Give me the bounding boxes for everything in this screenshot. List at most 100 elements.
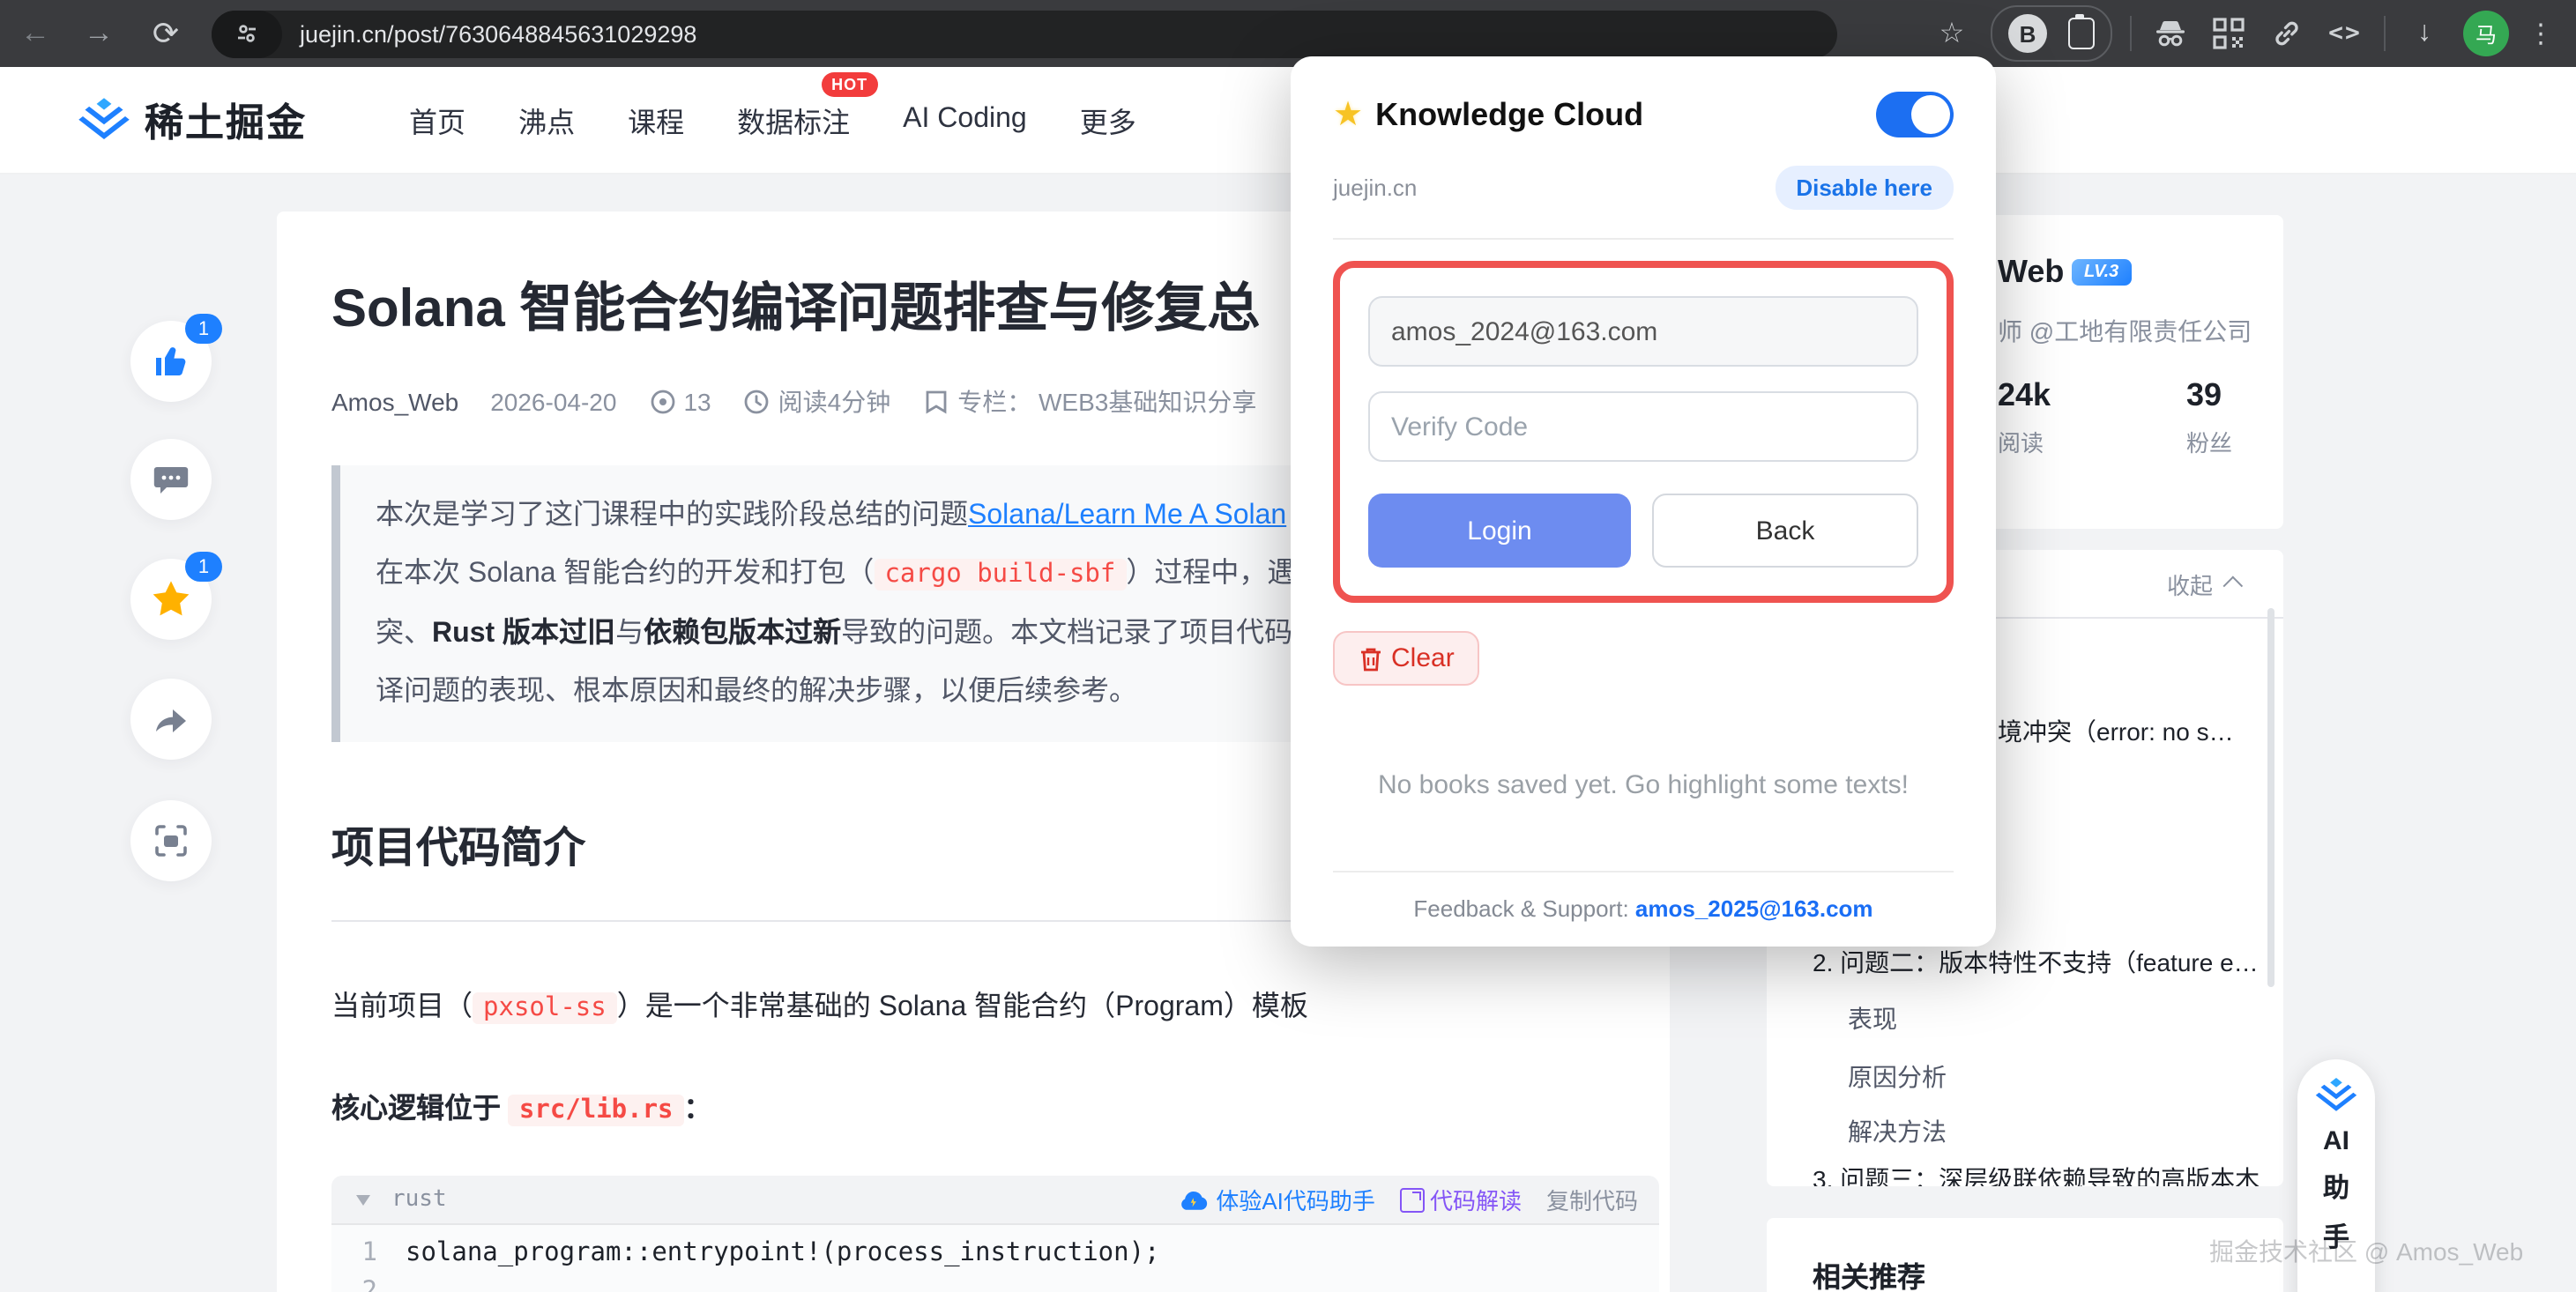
read-time: 阅读4分钟: [778, 384, 891, 420]
trash-icon: [1358, 644, 1384, 672]
nav-home[interactable]: 首页: [409, 99, 465, 141]
clock-icon: [743, 388, 771, 416]
toolbar-divider: [2384, 16, 2386, 51]
disable-here-button[interactable]: Disable here: [1775, 166, 1954, 210]
verify-code-field[interactable]: [1368, 391, 1918, 462]
share-icon: [150, 698, 192, 740]
browser-menu-icon[interactable]: ⋮: [2520, 12, 2562, 55]
code-body: 1solana_program::entrypoint!(process_ins…: [331, 1225, 1659, 1292]
code-brackets-icon[interactable]: <>: [2324, 12, 2366, 55]
clear-button[interactable]: Clear: [1333, 631, 1479, 686]
knowledge-cloud-popup: ★ Knowledge Cloud juejin.cn Disable here…: [1291, 56, 1996, 947]
comment-icon: [150, 458, 192, 501]
community-watermark: 掘金技术社区 @ Amos_Web: [2209, 1234, 2523, 1269]
forward-icon[interactable]: →: [78, 12, 120, 55]
nav-data-annotation[interactable]: 数据标注HOT: [737, 99, 850, 141]
popup-divider: [1333, 238, 1954, 240]
bookmark-star-icon[interactable]: ☆: [1931, 12, 1973, 55]
article-paragraph: 当前项目（pxsol-ss）是一个非常基础的 Solana 智能合约（Progr…: [331, 982, 1663, 1035]
nav-ai-coding[interactable]: AI Coding: [903, 104, 1027, 136]
toc-item-1-fragment[interactable]: 境冲突（error: no s…: [1998, 714, 2234, 749]
code-block-header: rust 体验AI代码助手 代码解读 复制代码: [331, 1176, 1659, 1225]
related-card: 相关推荐: [1767, 1218, 2283, 1292]
author-name-fragment[interactable]: Web: [1998, 254, 2064, 291]
glowing-star-icon: ★: [1333, 94, 1363, 135]
article-paragraph-bold: 核心逻辑位于 src/lib.rs：: [331, 1084, 1663, 1137]
like-button[interactable]: 1: [130, 321, 212, 402]
toc-sub-item[interactable]: 解决方法: [1848, 1114, 1947, 1149]
toc-item-2[interactable]: 2. 问题二：版本特性不支持（feature e…: [1813, 945, 2259, 980]
code-line: solana_program::entrypoint!(process_inst…: [406, 1236, 1160, 1273]
code-explain-icon: [1400, 1187, 1425, 1212]
thumbs-up-icon: [150, 340, 192, 382]
main-nav: 首页 沸点 课程 数据标注HOT AI Coding 更多: [356, 99, 1136, 141]
toc-sub-item[interactable]: 原因分析: [1848, 1059, 1947, 1095]
toc-sub-item[interactable]: 表现: [1848, 1001, 1897, 1036]
site-settings-icon[interactable]: [212, 10, 282, 57]
qr-grid-icon[interactable]: [2207, 12, 2250, 55]
back-icon[interactable]: ←: [14, 12, 56, 55]
level-badge: LV.3: [2072, 259, 2131, 286]
toc-scrollbar[interactable]: [2267, 608, 2274, 987]
incognito-icon[interactable]: [2149, 12, 2192, 55]
inline-code: cargo build-sbf: [874, 559, 1126, 590]
logo-text: 稀土掘金: [145, 92, 307, 148]
link-icon[interactable]: [2266, 12, 2308, 55]
code-block: rust 体验AI代码助手 代码解读 复制代码 1solana_program:…: [331, 1176, 1659, 1292]
site-header: 稀土掘金 首页 沸点 课程 数据标注HOT AI Coding 更多: [0, 67, 2576, 174]
article-author[interactable]: Amos_Web: [331, 388, 458, 416]
back-button[interactable]: Back: [1652, 494, 1918, 568]
column-link[interactable]: WEB3基础知识分享: [1039, 384, 1256, 420]
reads-stat: 24k 阅读: [1998, 377, 2051, 458]
chevron-up-icon: [2223, 576, 2244, 597]
course-link[interactable]: Solana/Learn Me A Solan: [968, 501, 1286, 531]
share-button[interactable]: [130, 679, 212, 760]
inline-code: src/lib.rs: [509, 1095, 684, 1126]
address-bar[interactable]: juejin.cn/post/7630648845631029298: [212, 10, 1837, 57]
email-field[interactable]: [1368, 296, 1918, 367]
collect-count-badge: 1: [185, 552, 222, 582]
url-text: juejin.cn/post/7630648845631029298: [300, 20, 696, 47]
download-icon[interactable]: ↓: [2403, 12, 2446, 55]
screenshot-button[interactable]: [130, 800, 212, 881]
comment-button[interactable]: [130, 439, 212, 520]
inline-code: pxsol-ss: [473, 992, 617, 1024]
like-count-badge: 1: [185, 314, 222, 344]
nav-more[interactable]: 更多: [1080, 99, 1136, 141]
empty-state-text: No books saved yet. Go highlight some te…: [1333, 770, 1954, 800]
column-icon: [922, 388, 950, 416]
star-icon: [148, 576, 194, 622]
collect-button[interactable]: 1: [130, 559, 212, 640]
reload-icon[interactable]: ⟳: [145, 12, 187, 55]
frame-capture-icon: [150, 820, 192, 862]
login-button[interactable]: Login: [1368, 494, 1631, 568]
nav-pins[interactable]: 沸点: [518, 99, 575, 141]
view-count: 13: [683, 388, 711, 416]
juejin-logo[interactable]: 稀土掘金: [78, 92, 307, 148]
copy-code-link[interactable]: 复制代码: [1546, 1183, 1638, 1216]
views-icon: [648, 388, 676, 416]
ai-assistant-link[interactable]: 体验AI代码助手: [1177, 1183, 1375, 1216]
current-site: juejin.cn: [1333, 174, 1417, 201]
collapse-triangle-icon[interactable]: [356, 1194, 370, 1205]
followers-stat[interactable]: 39 粉丝: [2186, 377, 2232, 458]
extension-b-icon[interactable]: B: [2008, 14, 2047, 53]
pinned-extensions: B: [1991, 5, 2112, 62]
extensions-puzzle-icon[interactable]: [2068, 18, 2095, 49]
code-explain-link[interactable]: 代码解读: [1400, 1183, 1522, 1216]
browser-toolbar: ← → ⟳ juejin.cn/post/7630648845631029298…: [0, 0, 2576, 67]
nav-courses[interactable]: 课程: [628, 99, 684, 141]
extension-enabled-toggle[interactable]: [1876, 92, 1954, 137]
toc-collapse-button[interactable]: 收起: [2167, 567, 2237, 600]
article-date: 2026-04-20: [490, 388, 616, 416]
cloud-icon: [1177, 1187, 1209, 1212]
page: ← → ⟳ juejin.cn/post/7630648845631029298…: [0, 0, 2576, 1292]
toolbar-divider: [2130, 16, 2132, 51]
column-label: 专栏：: [957, 384, 1031, 420]
code-language: rust: [391, 1186, 447, 1213]
profile-avatar[interactable]: 马: [2463, 11, 2509, 56]
popup-title: Knowledge Cloud: [1375, 96, 1643, 133]
toc-item-3[interactable]: 3. 问题三：深层级联依赖导致的高版本木: [1813, 1162, 2260, 1186]
support-email-link[interactable]: amos_2025@163.com: [1635, 895, 1873, 922]
hot-badge: HOT: [821, 72, 878, 97]
